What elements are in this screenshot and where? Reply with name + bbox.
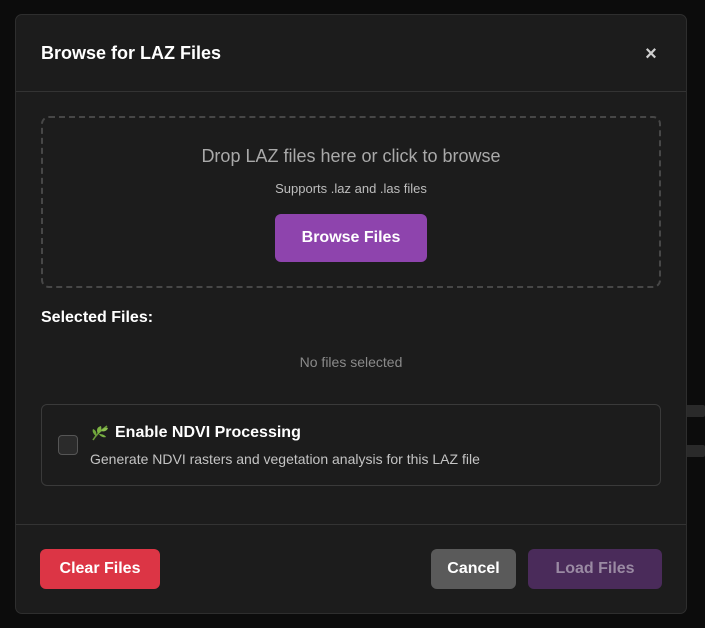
ndvi-checkbox[interactable] — [58, 435, 78, 455]
ndvi-description: Generate NDVI rasters and vegetation ana… — [90, 450, 480, 467]
clear-files-button[interactable]: Clear Files — [40, 549, 160, 589]
browse-laz-dialog: Browse for LAZ Files × Drop LAZ files he… — [15, 14, 687, 614]
background-element — [685, 445, 705, 457]
browse-files-button[interactable]: Browse Files — [275, 214, 427, 262]
background-element — [685, 405, 705, 417]
dialog-title: Browse for LAZ Files — [41, 42, 222, 63]
no-files-message: No files selected — [299, 354, 403, 370]
file-dropzone[interactable]: Drop LAZ files here or click to browse S… — [41, 116, 661, 288]
selected-files-label: Selected Files: — [41, 309, 154, 326]
cancel-button[interactable]: Cancel — [431, 549, 516, 589]
close-button[interactable]: × — [641, 42, 661, 65]
dropzone-subtitle: Supports .laz and .las files — [275, 181, 427, 196]
ndvi-text: Enable NDVI Processing Generate NDVI ras… — [90, 424, 480, 467]
dialog-header: Browse for LAZ Files × — [16, 15, 686, 92]
ndvi-title: Enable NDVI Processing — [115, 423, 301, 441]
close-icon: × — [645, 42, 657, 65]
ndvi-title-row: Enable NDVI Processing — [90, 424, 480, 442]
ndvi-option-panel: Enable NDVI Processing Generate NDVI ras… — [41, 404, 661, 486]
dropzone-title: Drop LAZ files here or click to browse — [201, 146, 501, 166]
load-files-button[interactable]: Load Files — [528, 549, 662, 589]
dialog-footer: Clear Files Cancel Load Files — [16, 524, 686, 613]
leaf-icon — [90, 424, 110, 442]
dialog-body: Drop LAZ files here or click to browse S… — [16, 92, 686, 526]
